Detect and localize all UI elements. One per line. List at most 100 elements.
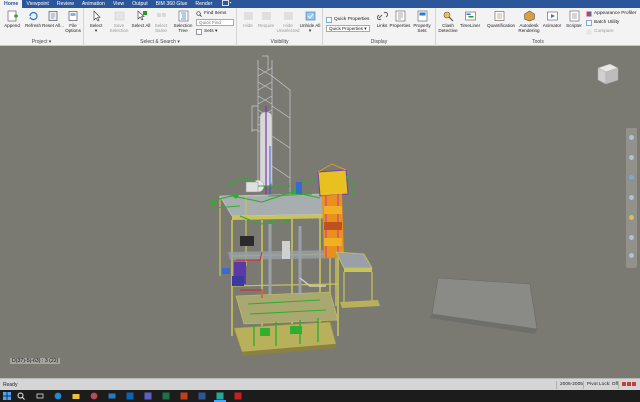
- chrome-browser-icon[interactable]: [90, 392, 98, 400]
- save-selection-button[interactable]: Save Selection: [108, 10, 130, 33]
- excel-icon[interactable]: [162, 392, 170, 400]
- status-text: Ready: [3, 382, 18, 388]
- steering-wheel-icon[interactable]: [628, 134, 635, 141]
- performance-indicator-icon: [618, 381, 640, 389]
- group-label-visibility: Visibility: [270, 39, 289, 45]
- unhide-all-button[interactable]: Unhide All ▾: [299, 10, 321, 33]
- animator-icon: [546, 11, 558, 21]
- quick-properties-combo[interactable]: Quick Properties ▾: [326, 25, 370, 32]
- tab-bim360-glue[interactable]: BIM 360 Glue: [152, 0, 192, 8]
- outlook-icon[interactable]: [126, 392, 134, 400]
- group-select-search: Select ▾ Save Selection Select All Select…: [84, 8, 237, 46]
- search-icon[interactable]: [17, 392, 25, 400]
- navisworks-app-icon[interactable]: [216, 392, 224, 400]
- sheet-indicator[interactable]: 2006-2005: [556, 381, 586, 389]
- compare-button[interactable]: Compare: [586, 28, 614, 35]
- ribbon-options-icon[interactable]: [218, 0, 236, 8]
- find-items-button[interactable]: Find Items: [196, 10, 226, 17]
- scripter-icon: [569, 10, 579, 22]
- find-items-icon: [196, 10, 202, 17]
- compare-icon: [586, 29, 592, 34]
- file-explorer-icon[interactable]: [72, 392, 80, 400]
- mail-icon[interactable]: [108, 392, 116, 400]
- walk-icon[interactable]: [628, 234, 635, 241]
- orbit-icon[interactable]: [628, 194, 635, 201]
- viewcube[interactable]: [597, 63, 619, 85]
- select-same-button[interactable]: Select Same: [150, 10, 172, 33]
- tab-output[interactable]: Output: [128, 0, 152, 8]
- hide-unselected-button[interactable]: Hide Unselected: [277, 10, 299, 33]
- powerpoint-icon[interactable]: [180, 392, 188, 400]
- look-icon[interactable]: [628, 214, 635, 221]
- group-visibility: Hide Require Hide Unselected Unhide All ▾…: [237, 8, 323, 46]
- select-same-icon: [156, 13, 166, 17]
- unhide-all-icon: [305, 11, 315, 21]
- selection-tree-button[interactable]: Selection Tree: [172, 10, 194, 33]
- quick-find-input[interactable]: Quick Find: [196, 19, 234, 26]
- teams-icon[interactable]: [144, 392, 152, 400]
- refresh-icon: [28, 11, 38, 21]
- word-icon[interactable]: [198, 392, 206, 400]
- windows-taskbar: [0, 390, 640, 402]
- select-cursor-icon: [93, 10, 101, 22]
- autodesk-rendering-icon: [523, 10, 535, 22]
- appearance-profiler-button[interactable]: Appearance Profiler: [586, 10, 636, 17]
- clash-detective-button[interactable]: Clash Detective: [437, 10, 459, 33]
- properties-icon: [395, 10, 405, 22]
- group-label-tools: Tools: [532, 39, 544, 45]
- property-sets-button[interactable]: Property Sets: [411, 10, 433, 33]
- 3d-viewport[interactable]: D(37)-5(-63) : 3 (22): [0, 46, 640, 378]
- task-view-icon[interactable]: [36, 392, 44, 400]
- group-project: Append Refresh Reset All... File Options…: [0, 8, 84, 46]
- appearance-profiler-icon: [586, 11, 592, 16]
- quantification-icon: [494, 11, 504, 21]
- pan-icon[interactable]: [628, 154, 635, 161]
- quick-properties-button[interactable]: Quick Properties: [326, 16, 369, 23]
- zoom-icon[interactable]: [628, 174, 635, 181]
- acrobat-icon[interactable]: [234, 392, 242, 400]
- property-sets-icon: [417, 10, 427, 22]
- tab-render[interactable]: Render: [191, 0, 216, 8]
- autodesk-rendering-button[interactable]: Autodesk Rendering: [518, 10, 540, 33]
- quick-properties-icon: [326, 16, 332, 23]
- ribbon-tab-bar: Home Viewpoint Review Animation View Out…: [0, 0, 640, 8]
- animator-button[interactable]: Animator: [541, 10, 563, 28]
- select-button[interactable]: Select ▾: [85, 10, 107, 33]
- timeliner-button[interactable]: TimeLiner: [459, 10, 481, 28]
- clash-detective-icon: [443, 11, 453, 22]
- batch-utility-button[interactable]: Batch Utility: [586, 19, 619, 26]
- pivot-lock-indicator[interactable]: Pivot Lock: Off: [583, 381, 621, 389]
- selection-tree-icon: [178, 10, 188, 22]
- quantification-button[interactable]: Quantification: [487, 10, 515, 28]
- tab-home[interactable]: Home: [0, 0, 23, 8]
- tab-view[interactable]: View: [109, 0, 128, 8]
- group-label-select-search: Select & Search ▾: [140, 39, 180, 45]
- scripter-button[interactable]: Scripter: [563, 10, 585, 28]
- coordinate-readout: D(37)-5(-63) : 3 (22): [10, 358, 61, 364]
- hide-icon: [243, 12, 253, 20]
- save-selection-icon: [114, 11, 124, 21]
- select-all-icon: [137, 10, 147, 21]
- edge-browser-icon[interactable]: [54, 392, 62, 400]
- status-bar: Ready 2006-2005 Pivot Lock: Off: [0, 378, 640, 390]
- group-label-project: Project ▾: [31, 39, 52, 45]
- reset-all-icon: [48, 11, 57, 21]
- require-icon: [261, 12, 271, 20]
- group-tools: Clash Detective TimeLiner Quantification…: [436, 8, 640, 46]
- hide-unselected-icon: [283, 12, 293, 20]
- tab-animation[interactable]: Animation: [78, 0, 109, 8]
- group-display: Quick Properties Quick Properties ▾ Link…: [323, 8, 436, 46]
- white-equipment: [245, 181, 259, 193]
- append-button[interactable]: Append: [1, 10, 23, 28]
- sets-dropdown[interactable]: Sets ▾: [196, 28, 217, 35]
- properties-button[interactable]: Properties: [389, 10, 411, 28]
- tab-viewpoint[interactable]: Viewpoint: [22, 0, 52, 8]
- settings-icon[interactable]: [628, 252, 635, 259]
- windows-start-icon[interactable]: [3, 392, 11, 400]
- active-app-indicator: [214, 400, 226, 402]
- batch-utility-icon: [586, 19, 592, 26]
- file-options-button[interactable]: File Options: [62, 10, 84, 33]
- require-button[interactable]: Require: [255, 10, 277, 28]
- tab-review[interactable]: Review: [53, 0, 78, 8]
- sets-icon: [196, 28, 202, 35]
